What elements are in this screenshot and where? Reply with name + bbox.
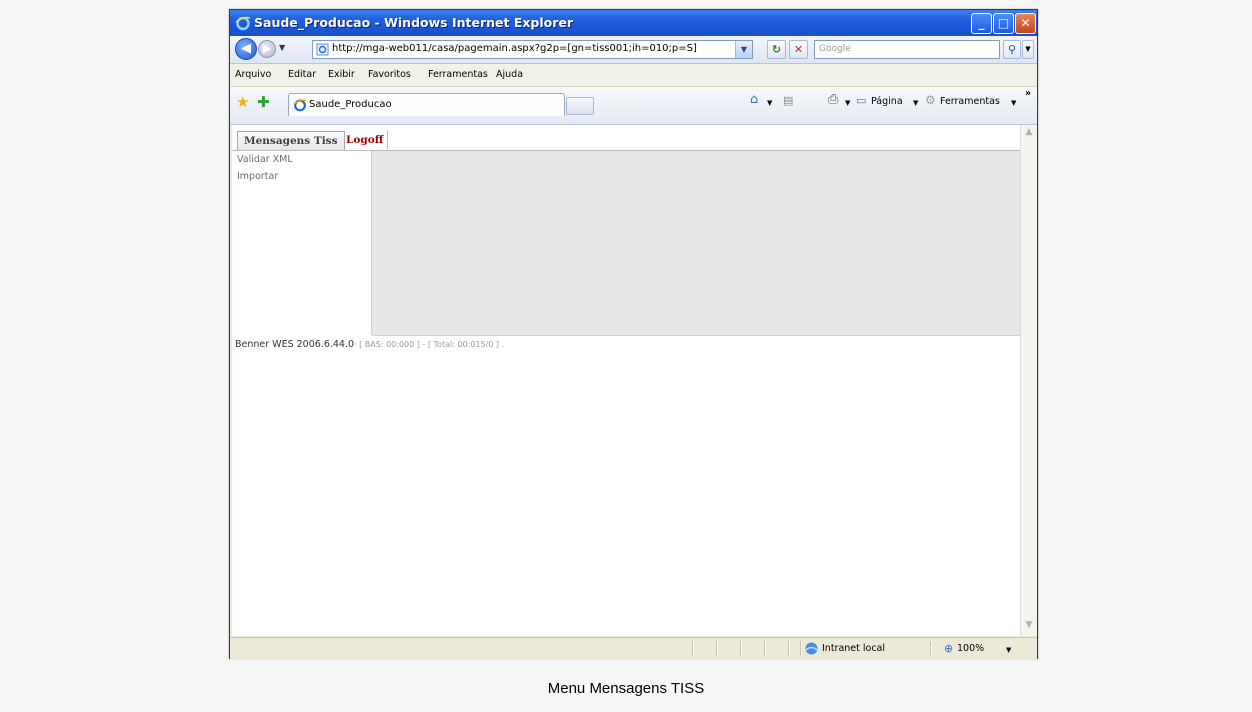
- feeds-icon[interactable]: ▤: [783, 94, 793, 107]
- print-dropdown-icon[interactable]: ▼: [845, 99, 850, 107]
- address-url: http://mga-web011/casa/pagemain.aspx?g2p…: [332, 43, 697, 54]
- work-area: [372, 151, 1020, 336]
- status-separator: [740, 641, 741, 657]
- close-button[interactable]: ✕: [1015, 13, 1036, 34]
- title-bar[interactable]: Saude_Producao - Windows Internet Explor…: [230, 10, 1037, 36]
- menu-arquivo[interactable]: Arquivo: [235, 69, 271, 80]
- status-separator: [788, 641, 789, 657]
- left-menu: Validar XML Importar: [232, 151, 372, 335]
- version-text: Benner WES 2006.6.44.0: [235, 339, 355, 350]
- tab-title: Saude_Producao: [309, 99, 392, 110]
- home-icon[interactable]: ⌂: [750, 92, 758, 107]
- scroll-up-icon[interactable]: ▲: [1023, 127, 1035, 141]
- security-zone: Intranet local: [822, 643, 886, 654]
- gear-icon: ⚙: [925, 93, 936, 107]
- window-title: Saude_Producao - Windows Internet Explor…: [254, 15, 574, 30]
- scroll-down-icon[interactable]: ▼: [1023, 620, 1035, 634]
- status-separator: [930, 641, 931, 657]
- intranet-icon: [805, 642, 818, 655]
- tab-ie-icon: [293, 99, 307, 112]
- status-separator: [800, 641, 801, 657]
- history-dropdown-icon[interactable]: ▼: [279, 43, 285, 52]
- address-input[interactable]: http://mga-web011/casa/pagemain.aspx?g2p…: [312, 40, 753, 59]
- page-content: Mensagens Tiss Logoff Validar XML Import…: [232, 125, 1020, 636]
- status-separator: [764, 641, 765, 657]
- menu-bar: Arquivo Editar Exibir Favoritos Ferramen…: [230, 64, 1037, 87]
- logoff-link[interactable]: Logoff: [342, 131, 389, 149]
- page-icon: [316, 43, 329, 56]
- timing-text: · [ BAS: 00:000 ] - [ Total: 00:015/0 ] …: [354, 340, 505, 349]
- maximize-button[interactable]: □: [993, 13, 1014, 34]
- status-separator: [692, 641, 693, 657]
- search-input[interactable]: Google: [814, 40, 1000, 59]
- page-menu[interactable]: Página: [871, 96, 903, 107]
- address-toolbar: ◀ ▶ ▼ http://mga-web011/casa/pagemain.as…: [230, 36, 1037, 64]
- favorites-bar: ★ ✚ Saude_Producao ⌂ ▼ ▤ ⎙ ▼ ▭ Página ▼ …: [230, 87, 1037, 125]
- menu-exibir[interactable]: Exibir: [328, 69, 355, 80]
- menu-item-importar[interactable]: Importar: [232, 168, 371, 185]
- app-tab-bar: Mensagens Tiss Logoff: [232, 125, 1020, 151]
- zoom-icon: ⊕: [944, 642, 954, 655]
- minimize-button[interactable]: _: [971, 13, 992, 34]
- search-icon[interactable]: ⚲: [1003, 40, 1021, 59]
- status-bar: Intranet local ⊕ 100% ▼: [230, 637, 1037, 660]
- new-tab-button[interactable]: [566, 97, 594, 115]
- favorites-star-icon[interactable]: ★: [236, 93, 249, 111]
- page-icon: ▭: [856, 94, 867, 107]
- stop-button[interactable]: ✕: [789, 40, 808, 59]
- refresh-button[interactable]: ↻: [767, 40, 786, 59]
- back-button[interactable]: ◀: [235, 38, 257, 60]
- vertical-scrollbar[interactable]: ▲ ▼: [1020, 125, 1037, 636]
- home-dropdown-icon[interactable]: ▼: [767, 99, 772, 107]
- browser-tab[interactable]: Saude_Producao: [288, 93, 565, 116]
- add-favorite-icon[interactable]: ✚: [257, 93, 270, 111]
- chevron-more-icon[interactable]: »: [1025, 88, 1031, 99]
- page-dropdown-icon[interactable]: ▼: [913, 99, 918, 107]
- ie-logo-icon: [235, 16, 251, 31]
- tools-menu[interactable]: Ferramentas: [940, 96, 1000, 107]
- menu-favoritos[interactable]: Favoritos: [368, 69, 411, 80]
- tab-mensagens-tiss[interactable]: Mensagens Tiss: [237, 131, 345, 150]
- menu-item-validar-xml[interactable]: Validar XML: [232, 151, 371, 168]
- search-options-icon[interactable]: ▼: [1022, 40, 1034, 59]
- zoom-dropdown-icon[interactable]: ▼: [1006, 646, 1011, 654]
- menu-ajuda[interactable]: Ajuda: [496, 69, 523, 80]
- forward-button[interactable]: ▶: [258, 40, 276, 58]
- footer-line: Benner WES 2006.6.44.0· [ BAS: 00:000 ] …: [235, 339, 504, 350]
- menu-ferramentas[interactable]: Ferramentas: [428, 69, 488, 80]
- zoom-level[interactable]: 100%: [957, 643, 984, 654]
- print-icon[interactable]: ⎙: [828, 92, 838, 107]
- address-dropdown-icon[interactable]: ▼: [735, 41, 752, 58]
- status-separator: [716, 641, 717, 657]
- figure-caption: Menu Mensagens TISS: [547, 680, 705, 697]
- menu-editar[interactable]: Editar: [288, 69, 316, 80]
- browser-window: Saude_Producao - Windows Internet Explor…: [229, 9, 1038, 660]
- tools-dropdown-icon[interactable]: ▼: [1011, 99, 1016, 107]
